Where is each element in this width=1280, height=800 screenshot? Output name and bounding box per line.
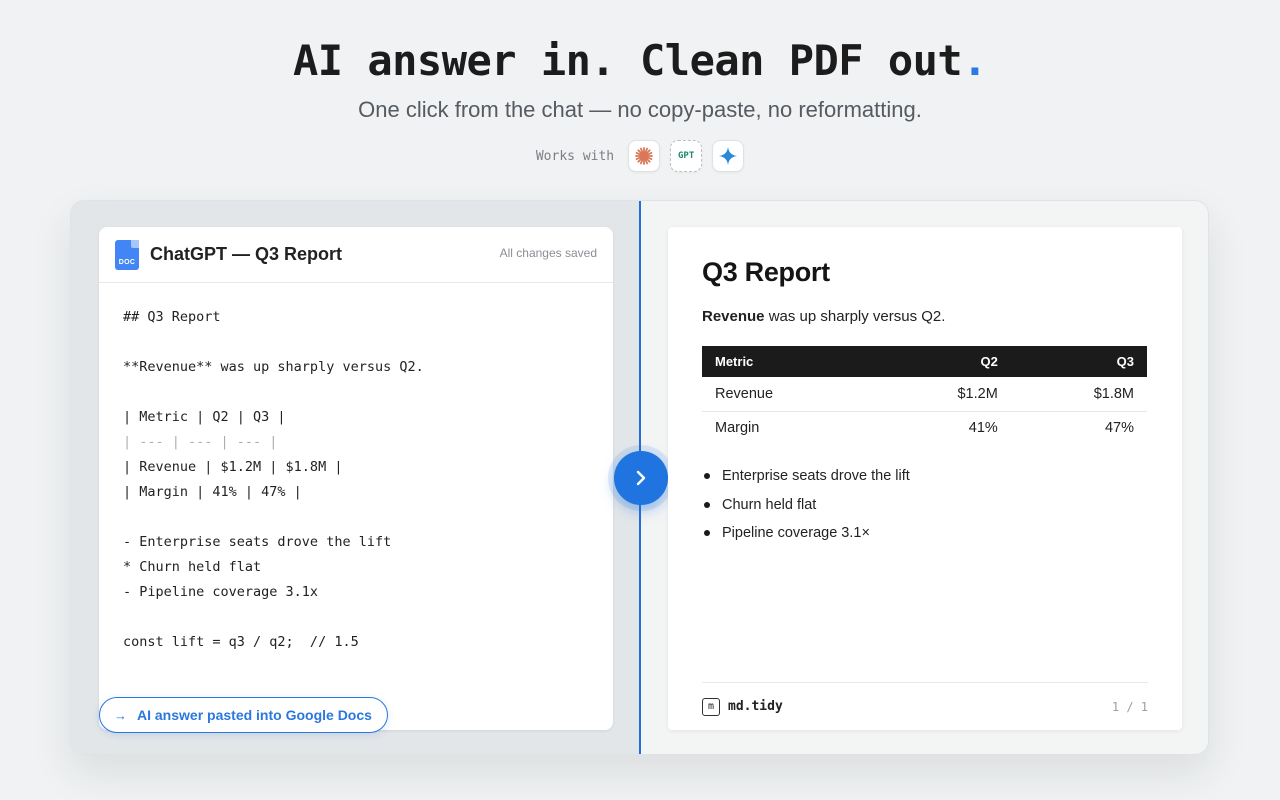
table-cell: $1.8M bbox=[1010, 377, 1147, 412]
list-item: Enterprise seats drove the lift bbox=[704, 462, 910, 491]
table-row: Revenue $1.2M $1.8M bbox=[702, 377, 1147, 412]
pdf-paragraph-bold: Revenue bbox=[702, 308, 765, 325]
gemini-icon bbox=[712, 140, 745, 172]
table-row: Margin 41% 47% bbox=[702, 411, 1147, 445]
bullet-icon bbox=[704, 473, 710, 480]
convert-button[interactable] bbox=[614, 451, 668, 505]
markdown-line: | Metric | Q2 | Q3 | bbox=[123, 409, 286, 425]
pdf-table: Metric Q2 Q3 Revenue $1.2M $1.8M Margin … bbox=[702, 346, 1147, 445]
pdf-paragraph-text: was up sharply versus Q2. bbox=[764, 308, 946, 325]
table-cell: Revenue bbox=[702, 377, 875, 412]
bullet-icon bbox=[704, 530, 710, 537]
table-cell: Margin bbox=[715, 420, 760, 437]
table-cell: $1.2M bbox=[874, 377, 1011, 412]
works-with-row: Works with GPT bbox=[0, 140, 1280, 172]
pdf-heading: Q3 Report bbox=[702, 257, 830, 287]
pasted-status-pill: → AI answer pasted into Google Docs bbox=[99, 697, 388, 733]
google-docs-icon: DOC bbox=[115, 239, 139, 270]
bullet-icon bbox=[704, 501, 710, 508]
pdf-paragraph: Revenue was up sharply versus Q2. bbox=[702, 308, 945, 325]
brand-logo-icon: m bbox=[702, 697, 720, 716]
chevron-right-icon bbox=[636, 470, 646, 486]
markdown-line: | Margin | 41% | 47% | bbox=[123, 484, 302, 500]
pdf-preview-card: Q3 Report Revenue was up sharply versus … bbox=[668, 227, 1182, 730]
markdown-line: * Churn held flat bbox=[123, 559, 262, 575]
chatgpt-icon-label: GPT bbox=[678, 151, 695, 161]
demo-stage: DOC ChatGPT — Q3 Report All changes save… bbox=[70, 200, 1209, 755]
markdown-line: | Revenue | $1.2M | $1.8M | bbox=[123, 459, 343, 475]
table-cell: 41% bbox=[968, 420, 998, 437]
hero-subtitle: One click from the chat — no copy-paste,… bbox=[358, 97, 922, 122]
pdf-bullet-list: Enterprise seats drove the lift Churn he… bbox=[704, 462, 910, 548]
markdown-line: const lift = q3 / q2; // 1.5 bbox=[123, 634, 359, 650]
list-item: Pipeline coverage 3.1× bbox=[704, 519, 910, 548]
doc-title[interactable]: ChatGPT — Q3 Report bbox=[150, 244, 342, 265]
pdf-footer: m md.tidy 1 / 1 bbox=[702, 682, 1148, 730]
table-header-cell: Q2 bbox=[874, 346, 1011, 377]
save-status: All changes saved bbox=[499, 246, 597, 260]
google-doc-card: DOC ChatGPT — Q3 Report All changes save… bbox=[99, 227, 613, 730]
arrow-right-icon: → bbox=[114, 707, 127, 723]
hero-title-dot: . bbox=[962, 36, 988, 85]
brand-name: md.tidy bbox=[728, 699, 783, 714]
works-with-label: Works with bbox=[535, 148, 615, 164]
markdown-line: | --- | --- | --- | bbox=[123, 434, 278, 450]
list-item: Churn held flat bbox=[704, 491, 910, 520]
markdown-source[interactable]: ## Q3 Report **Revenue** was up sharply v… bbox=[99, 283, 613, 677]
chatgpt-icon: GPT bbox=[670, 140, 703, 172]
claude-icon bbox=[628, 140, 661, 172]
markdown-line: - Pipeline coverage 3.1x bbox=[123, 584, 319, 600]
pasted-status-text: AI answer pasted into Google Docs bbox=[137, 707, 372, 723]
doc-header: DOC ChatGPT — Q3 Report All changes save… bbox=[99, 227, 613, 283]
table-header-cell: Q3 bbox=[1010, 346, 1147, 377]
markdown-line: ## Q3 Report bbox=[123, 309, 221, 325]
markdown-line: **Revenue** was up sharply versus Q2. bbox=[123, 359, 424, 375]
hero-title: AI answer in. Clean PDF out. bbox=[292, 36, 988, 85]
markdown-line: - Enterprise seats drove the lift bbox=[123, 534, 392, 550]
table-cell: 47% bbox=[1104, 420, 1134, 437]
page-number: 1 / 1 bbox=[1111, 699, 1148, 714]
table-header-cell: Metric bbox=[702, 346, 875, 377]
